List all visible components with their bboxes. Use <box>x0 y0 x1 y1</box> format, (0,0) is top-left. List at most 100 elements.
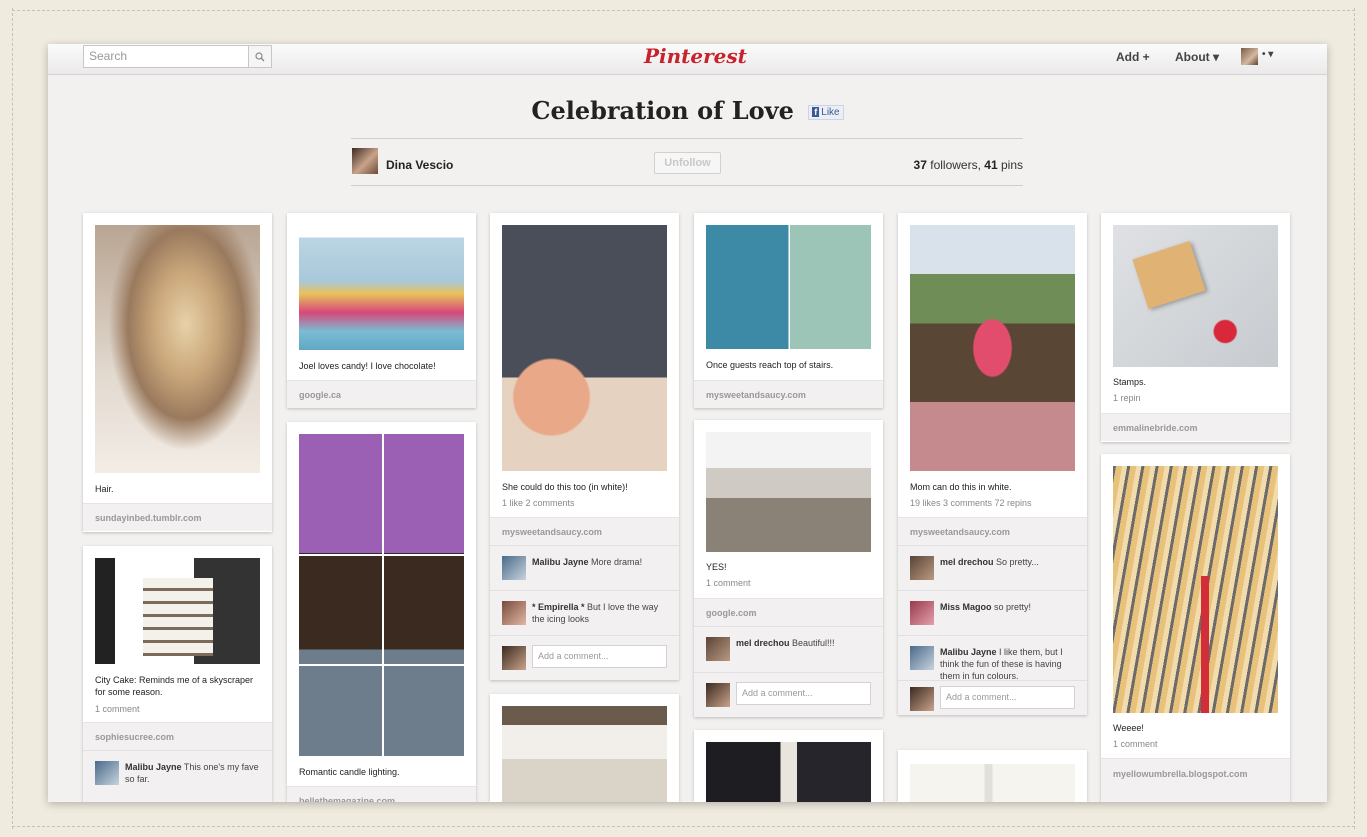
add-menu[interactable]: Add + <box>1116 50 1150 64</box>
add-comment-input[interactable]: Add a comment... <box>940 686 1075 709</box>
pin-caption: Romantic candle lighting. <box>299 767 400 777</box>
commenter-avatar[interactable] <box>502 601 526 625</box>
comment-text: Miss Magoo so pretty! <box>940 601 1075 613</box>
commenter-avatar[interactable] <box>502 556 526 580</box>
facebook-icon: f <box>812 107 820 117</box>
pin-caption: Hair. <box>95 484 114 494</box>
add-comment-row: Add a comment... <box>898 680 1087 715</box>
commenter-avatar[interactable] <box>95 761 119 785</box>
cake-illustration <box>143 578 213 656</box>
pin-image[interactable] <box>95 225 260 473</box>
pin-image[interactable] <box>95 558 260 664</box>
about-menu[interactable]: About ▾ <box>1175 50 1219 64</box>
commenter-name[interactable]: mel drechou <box>736 638 790 648</box>
commenter-avatar[interactable] <box>910 601 934 625</box>
pin-image[interactable] <box>706 742 871 802</box>
search-button[interactable] <box>249 45 272 68</box>
pins-label: pins <box>1000 158 1023 172</box>
pin-source[interactable]: google.com <box>694 598 883 626</box>
commenter-name[interactable]: Malibu Jayne <box>125 762 182 772</box>
pin-image[interactable] <box>502 706 667 802</box>
pin-card[interactable]: Joel loves candy! I love chocolate! goog… <box>287 213 476 408</box>
comment-text: mel drechou So pretty... <box>940 556 1075 568</box>
add-comment-input[interactable]: Add a comment... <box>736 682 871 705</box>
pin-image[interactable] <box>1113 466 1278 713</box>
pin-source[interactable]: emmalinebride.com <box>1101 413 1290 441</box>
pin-caption: YES! <box>706 562 727 572</box>
commenter-name[interactable]: mel drechou <box>940 557 994 567</box>
followers-label: followers, <box>930 158 981 172</box>
facebook-like-button[interactable]: f Like <box>808 105 844 120</box>
pin-comment: mel drechou So pretty... <box>898 545 1087 590</box>
pin-image[interactable] <box>299 434 464 756</box>
pin-image[interactable] <box>910 225 1075 471</box>
pin-caption: City Cake: Reminds me of a skyscraper fo… <box>95 675 254 697</box>
frame-border-left <box>12 8 13 829</box>
pin-image[interactable] <box>502 225 667 471</box>
pin-card[interactable] <box>898 750 1087 802</box>
add-comment-input[interactable]: Add a comment... <box>532 645 667 668</box>
pin-card[interactable]: She could do this too (in white)! 1 like… <box>490 213 679 680</box>
pin-source[interactable]: google.ca <box>287 380 476 408</box>
pin-comment: * Empirella * But I love the way the ici… <box>490 590 679 635</box>
pin-card[interactable]: Mom can do this in white. 19 likes 3 com… <box>898 213 1087 715</box>
commenter-avatar[interactable] <box>910 556 934 580</box>
add-comment-row: Add a comment... <box>490 635 679 680</box>
pin-card[interactable]: Stamps. 1 repin emmalinebride.com <box>1101 213 1290 442</box>
pin-image[interactable] <box>910 764 1075 802</box>
comment-text: * Empirella * But I love the way the ici… <box>532 601 667 625</box>
pin-image[interactable] <box>1113 225 1278 367</box>
commenter-avatar[interactable] <box>910 646 934 670</box>
pin-image[interactable] <box>706 225 871 349</box>
pin-meta: 1 repin <box>1113 393 1141 403</box>
pin-card[interactable] <box>490 694 679 802</box>
commenter-avatar[interactable] <box>706 637 730 661</box>
pins-count: 41 <box>984 158 998 172</box>
commenter-name[interactable]: Miss Magoo <box>940 602 992 612</box>
pin-source[interactable]: sophiesucree.com <box>83 722 272 750</box>
search-input[interactable]: Search <box>83 45 249 68</box>
pin-meta: 1 comment <box>706 578 751 588</box>
unfollow-button[interactable]: Unfollow <box>654 152 721 174</box>
commenter-name[interactable]: Malibu Jayne <box>940 647 997 657</box>
pinterest-logo[interactable]: Pinterest <box>644 44 747 68</box>
pin-card[interactable]: Romantic candle lighting. bellethemagazi… <box>287 422 476 802</box>
owner-avatar[interactable] <box>352 148 378 174</box>
pin-source[interactable]: bellethemagazine.com <box>287 786 476 802</box>
commenter-avatar <box>910 687 934 711</box>
pin-card[interactable]: YES! 1 comment google.com mel drechou Be… <box>694 420 883 717</box>
pin-image[interactable] <box>299 225 464 350</box>
pin-caption: Weeee! <box>1113 723 1144 733</box>
pin-source[interactable]: mysweetandsaucy.com <box>694 380 883 408</box>
search-icon <box>255 51 265 61</box>
owner-name[interactable]: Dina Vescio <box>386 158 453 172</box>
user-avatar[interactable] <box>1241 48 1258 65</box>
pin-card[interactable]: Once guests reach top of stairs. mysweet… <box>694 213 883 408</box>
user-menu-caret[interactable]: • ▾ <box>1262 49 1273 60</box>
pin-source[interactable]: mysweetandsaucy.com <box>898 517 1087 545</box>
add-comment-row: Add a comment... <box>694 672 883 717</box>
pin-card[interactable]: Weeee! 1 comment myellowumbrella.blogspo… <box>1101 454 1290 802</box>
pin-card[interactable]: Hair. sundayinbed.tumblr.com <box>83 213 272 532</box>
comment-body: Beautiful!!! <box>792 638 835 648</box>
pin-card[interactable]: City Cake: Reminds me of a skyscraper fo… <box>83 546 272 802</box>
pin-caption: Mom can do this in white. <box>910 482 1012 492</box>
commenter-name[interactable]: Malibu Jayne <box>532 557 589 567</box>
pin-card[interactable] <box>694 730 883 802</box>
pin-source[interactable]: myellowumbrella.blogspot.com <box>1101 758 1290 802</box>
board-header-divider <box>351 138 1023 139</box>
stamp-illustration <box>1132 241 1206 309</box>
pin-meta: 1 comment <box>1113 739 1158 749</box>
frame-border-right <box>1354 8 1355 829</box>
pin-source[interactable]: sundayinbed.tumblr.com <box>83 503 272 531</box>
top-nav-bar: Search Pinterest Add + About ▾ • ▾ <box>48 44 1327 75</box>
comment-text: Malibu Jayne More drama! <box>532 556 667 568</box>
commenter-name[interactable]: * Empirella * <box>532 602 585 612</box>
pin-image[interactable] <box>706 432 871 552</box>
pin-comment: Miss Magoo so pretty! <box>898 590 1087 635</box>
comment-body: so pretty! <box>994 602 1032 612</box>
pin-source[interactable]: mysweetandsaucy.com <box>490 517 679 545</box>
collage-divider <box>382 434 384 756</box>
followers-count: 37 <box>913 158 927 172</box>
frame-border-bottom <box>12 826 1355 827</box>
